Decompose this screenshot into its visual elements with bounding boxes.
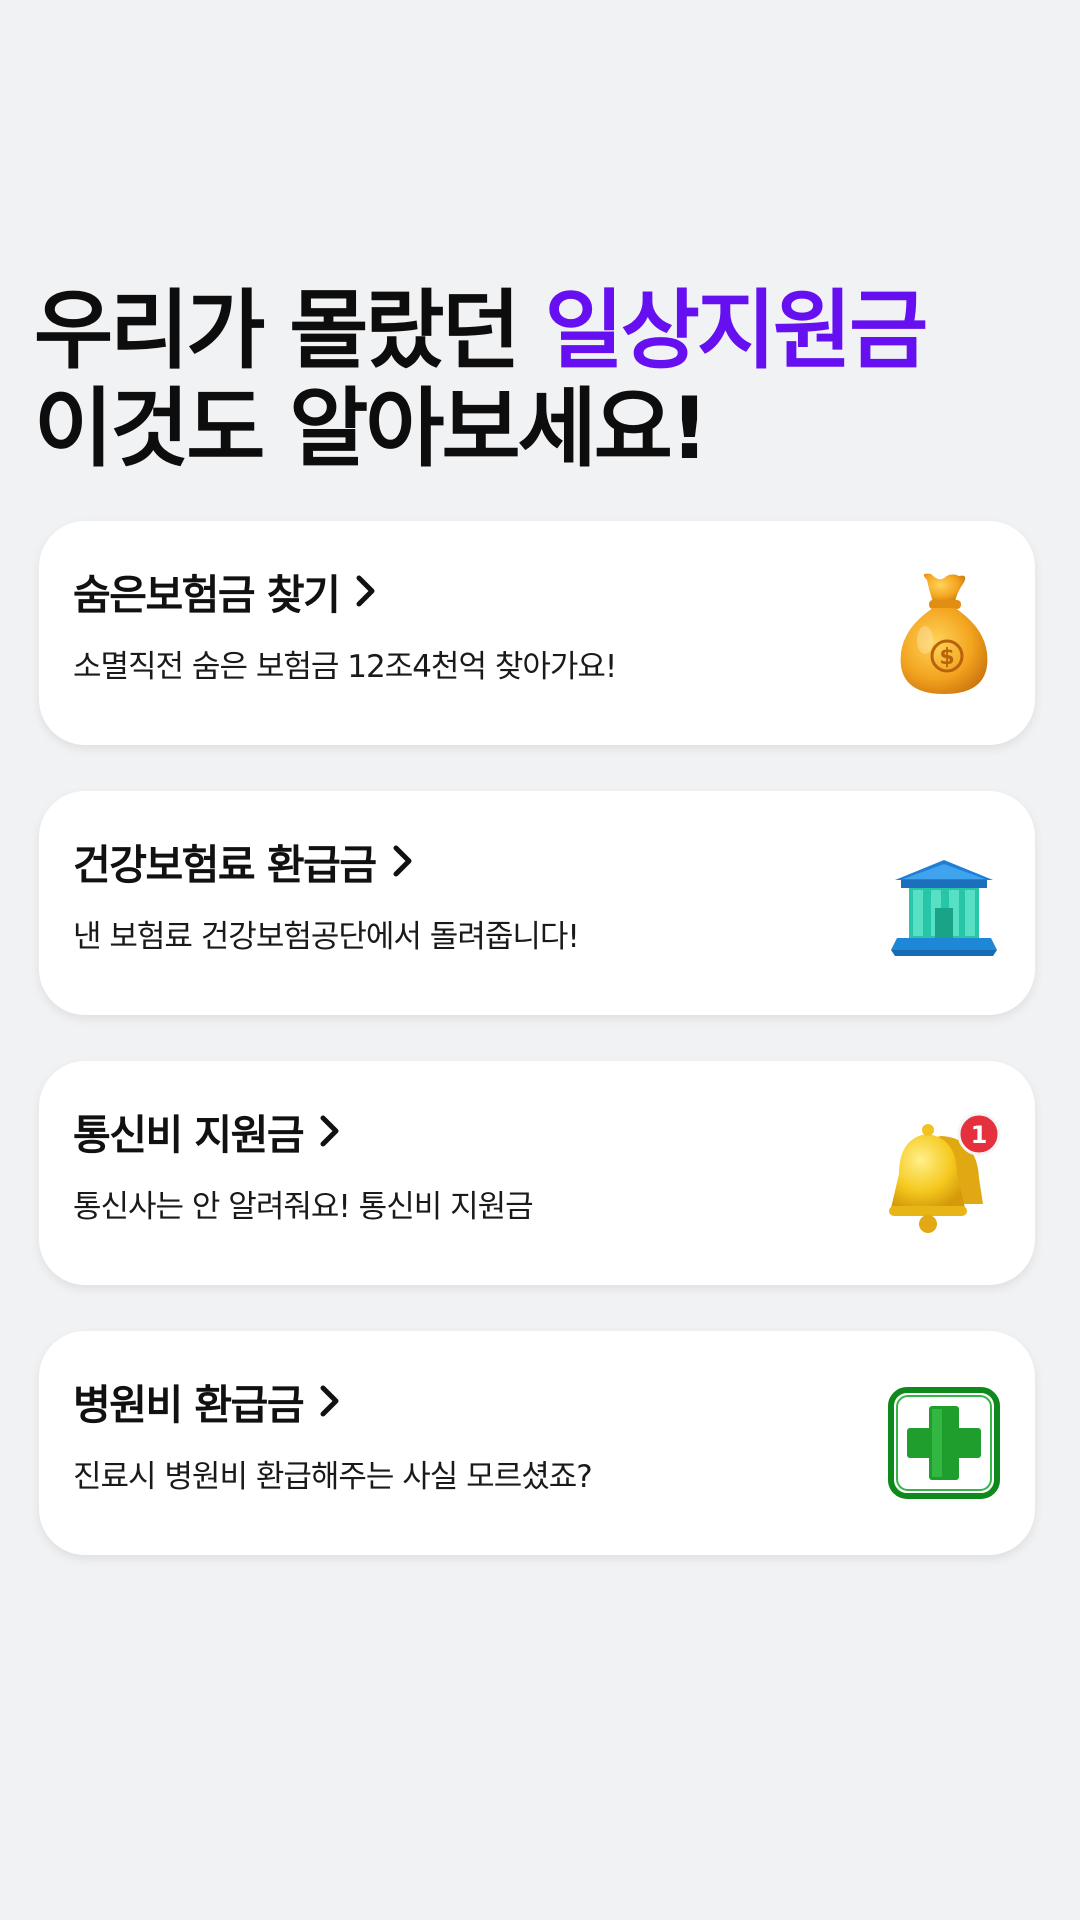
medical-cross-icon (879, 1378, 1009, 1508)
card-hospital-refund[interactable]: 병원비 환급금 진료시 병원비 환급해주는 사실 모르셨죠? (39, 1331, 1035, 1555)
card-title-text: 병원비 환급금 (73, 1381, 305, 1429)
card-health-insurance-refund[interactable]: 건강보험료 환급금 낸 보험료 건강보험공단에서 돌려줍니다! (39, 791, 1035, 1015)
chevron-right-icon (393, 845, 412, 877)
card-title: 통신비 지원금 (73, 1101, 343, 1161)
card-subtitle: 소멸직전 숨은 보험금 12조4천억 찾아가요! (73, 649, 617, 685)
card-subtitle: 진료시 병원비 환급해주는 사실 모르셨죠? (73, 1459, 593, 1495)
card-title-text: 통신비 지원금 (73, 1111, 305, 1159)
headline-main-text: 우리가 몰랐던 (34, 281, 545, 381)
bank-building-icon (879, 838, 1009, 968)
chevron-right-icon (320, 1385, 339, 1417)
card-title-text: 숨은보험금 찾기 (73, 571, 341, 619)
card-subtitle: 통신사는 안 알려줘요! 통신비 지원금 (73, 1189, 534, 1225)
headline-line-1: 우리가 몰랐던 일상지원금 (34, 281, 929, 381)
money-bag-icon: $ (879, 568, 1009, 698)
card-title: 병원비 환급금 (73, 1371, 343, 1431)
headline-accent-text: 일상지원금 (544, 281, 929, 381)
badge-count: 1 (971, 1121, 988, 1149)
chevron-right-icon (320, 1115, 339, 1147)
card-hidden-insurance[interactable]: 숨은보험금 찾기 소멸직전 숨은 보험금 12조4천억 찾아가요! $ (39, 521, 1035, 745)
card-subtitle: 낸 보험료 건강보험공단에서 돌려줍니다! (73, 919, 580, 955)
card-title-text: 건강보험료 환급금 (73, 841, 377, 889)
card-title: 건강보험료 환급금 (73, 831, 416, 891)
headline-line-2: 이것도 알아보세요! (34, 379, 709, 479)
card-telecom-support[interactable]: 통신비 지원금 통신사는 안 알려줘요! 통신비 지원금 1 (39, 1061, 1035, 1285)
chevron-right-icon (356, 575, 375, 607)
page-headline: 우리가 몰랐던 일상지원금 이것도 알아보세요! (34, 281, 929, 479)
svg-text:$: $ (939, 645, 954, 670)
notification-bell-icon: 1 (879, 1108, 1009, 1238)
card-title: 숨은보험금 찾기 (73, 561, 379, 621)
